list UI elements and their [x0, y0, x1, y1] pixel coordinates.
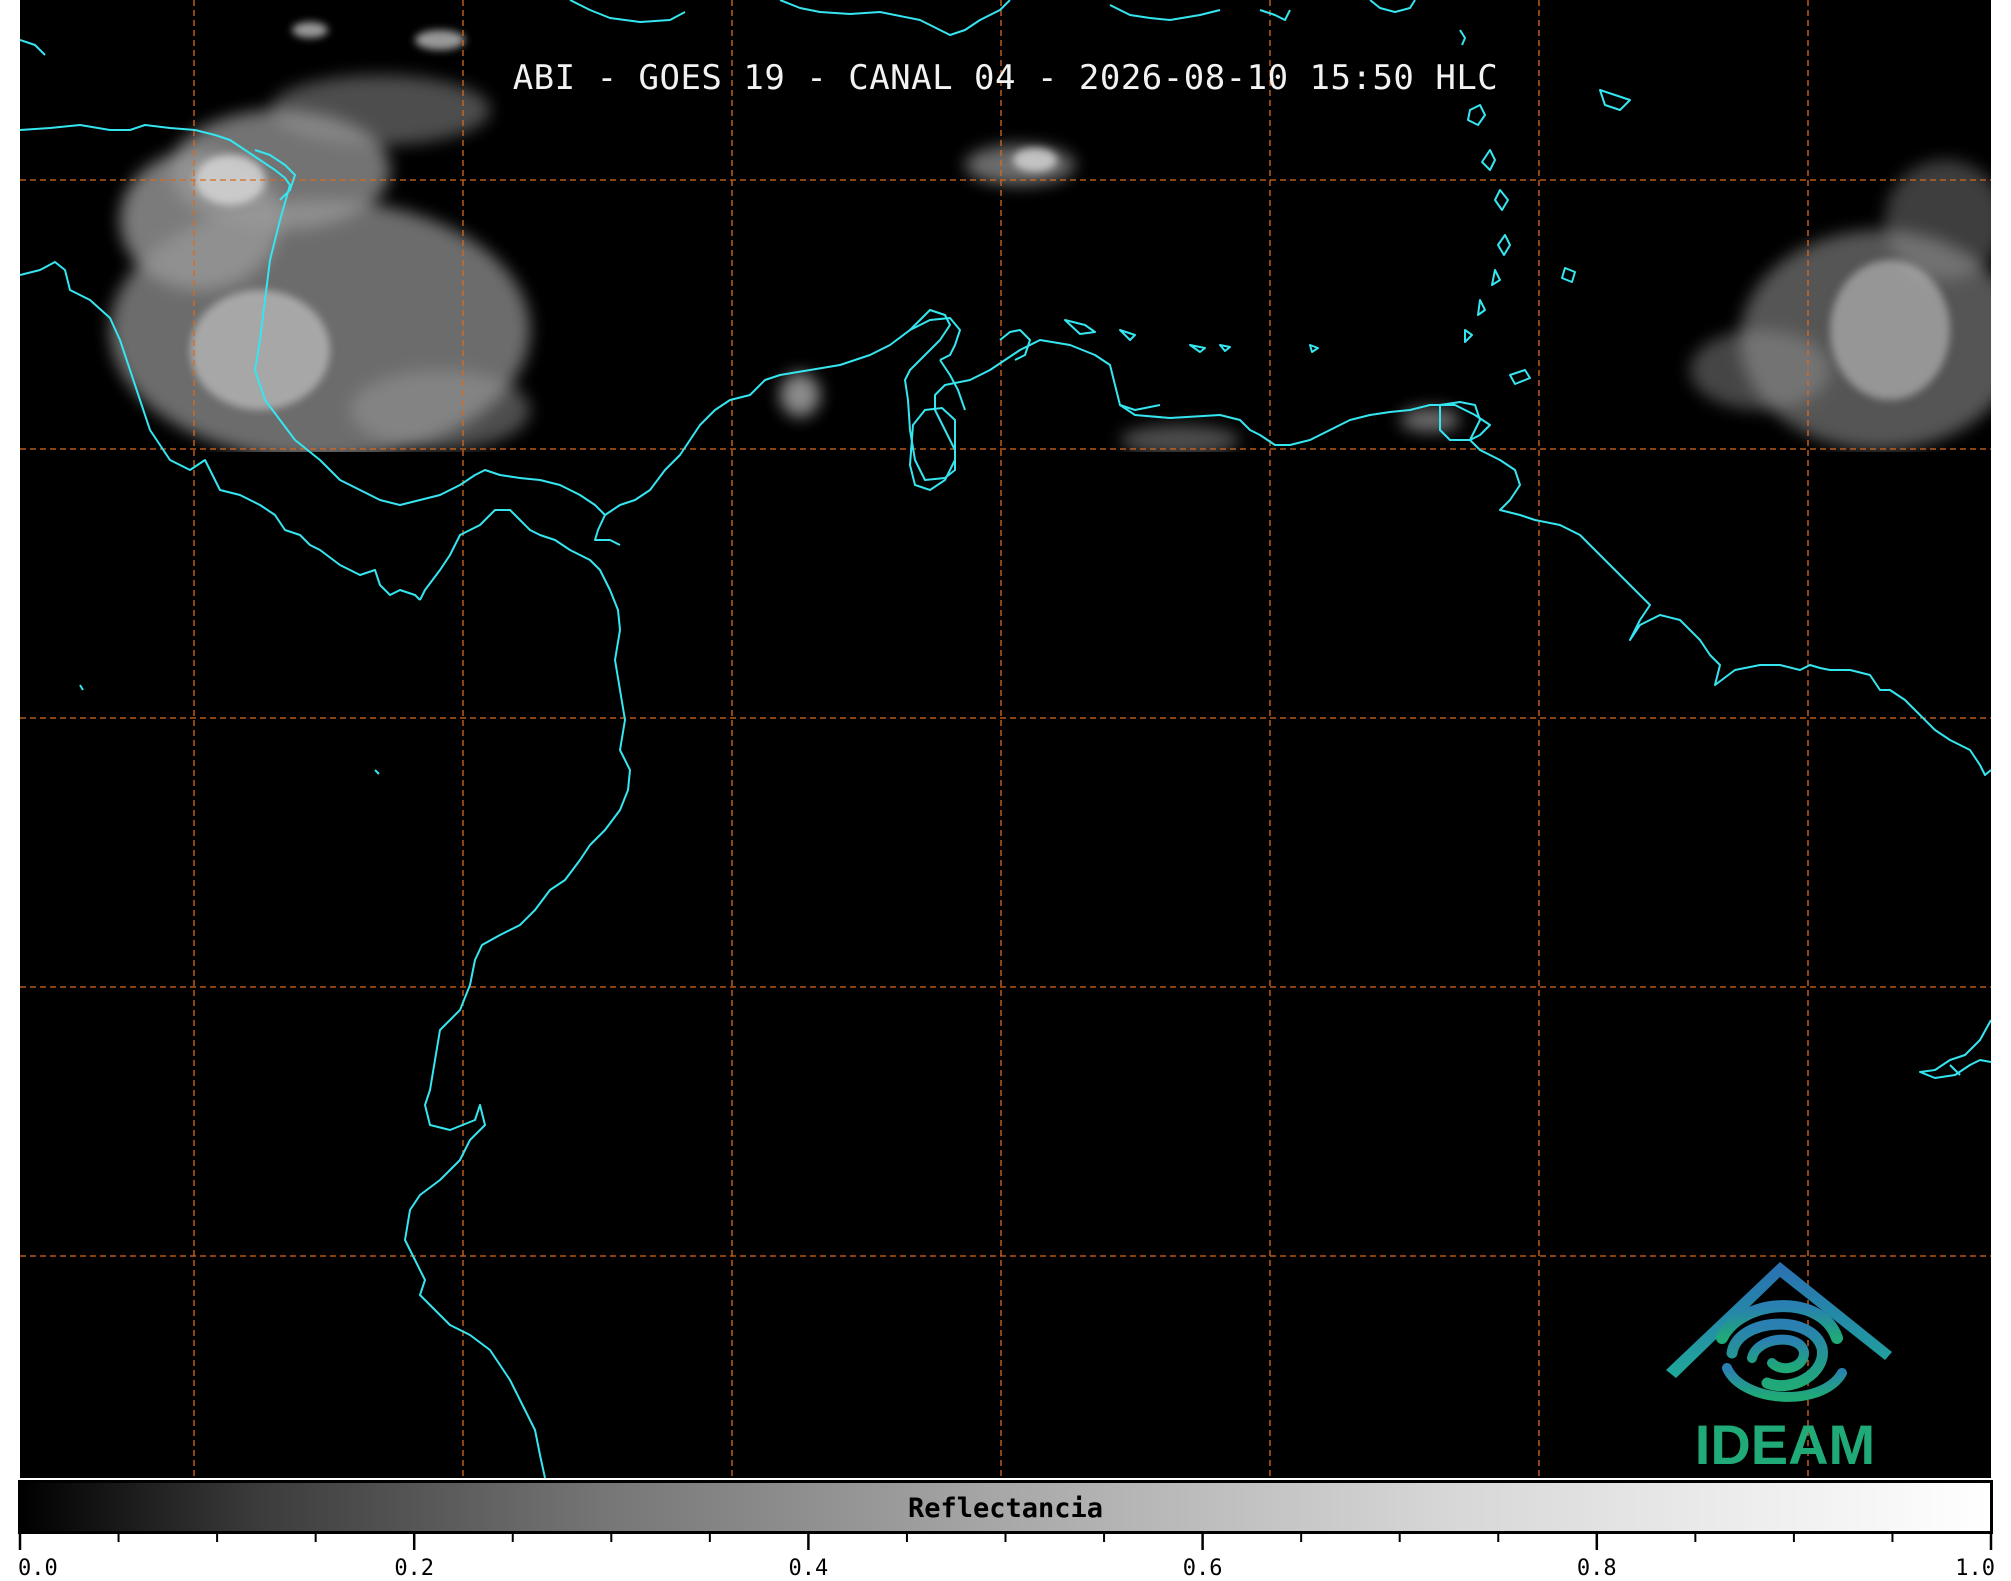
colorbar-ticks: [18, 1532, 1993, 1550]
colorbar: Reflectancia: [18, 1480, 1993, 1534]
ideam-logo: IDEAM: [1660, 1252, 1910, 1476]
satellite-map[interactable]: ABI - GOES 19 - CANAL 04 - 2026-08-10 15…: [20, 0, 1991, 1478]
colorbar-tick-label: 0.2: [394, 1556, 435, 1581]
logo-text: IDEAM: [1694, 1413, 1876, 1476]
colorbar-tick-label: 0.6: [1182, 1556, 1223, 1581]
ideam-logo-icon: [1666, 1262, 1892, 1402]
colorbar-tick-label: 1.0: [1955, 1556, 1995, 1581]
colorbar-tick-label: 0.0: [18, 1556, 58, 1581]
colorbar-tick-label: 0.4: [788, 1556, 829, 1581]
colorbar-label: Reflectancia: [907, 1493, 1104, 1524]
map-title: ABI - GOES 19 - CANAL 04 - 2026-08-10 15…: [512, 58, 1499, 98]
colorbar-tick-label: 0.8: [1576, 1556, 1617, 1581]
